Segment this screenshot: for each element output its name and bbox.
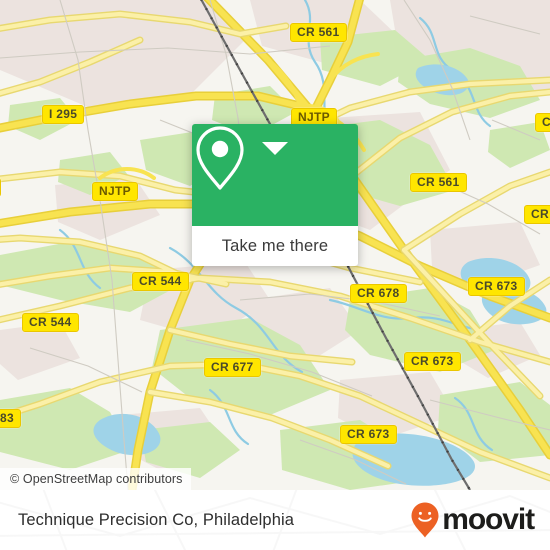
road-shield: CR 673 [340,425,397,444]
road-shield: C [0,178,1,197]
moovit-logo: moovit [410,501,535,539]
road-shield: CR 5 [535,113,550,132]
take-me-there-button[interactable]: Take me there [192,226,358,266]
road-shield: CR 677 [204,358,261,377]
road-shield: CR 544 [22,313,79,332]
road-shield: CR 673 [404,352,461,371]
popup-pin-area [192,124,358,226]
road-shield: CR 673 [468,277,525,296]
road-shield: NJTP [92,182,138,201]
road-shield: I 295 [42,105,85,124]
road-shield: CR 678 [350,284,407,303]
osm-attribution[interactable]: © OpenStreetMap contributors [0,468,191,490]
road-shield: 683 [0,409,21,428]
road-shield: CR 561 [410,173,467,192]
footer-bar: Technique Precision Co, Philadelphia moo… [0,490,550,550]
moovit-pin-smiley-icon [411,502,439,538]
road-shield: CR 561 [290,23,347,42]
venue-title: Technique Precision Co, Philadelphia [18,510,295,529]
road-shield: CR 544 [132,272,189,291]
popup-tail [262,142,288,155]
moovit-wordmark: moovit [442,503,535,536]
moovit-map-screenshot: CR 561 I 295 NJTP CR 5 CR 561 NJTP C CR … [0,0,550,550]
map-pin-icon [196,126,244,190]
road-shield: CR 6 [524,205,550,224]
map-canvas[interactable]: CR 561 I 295 NJTP CR 5 CR 561 NJTP C CR … [0,0,550,490]
